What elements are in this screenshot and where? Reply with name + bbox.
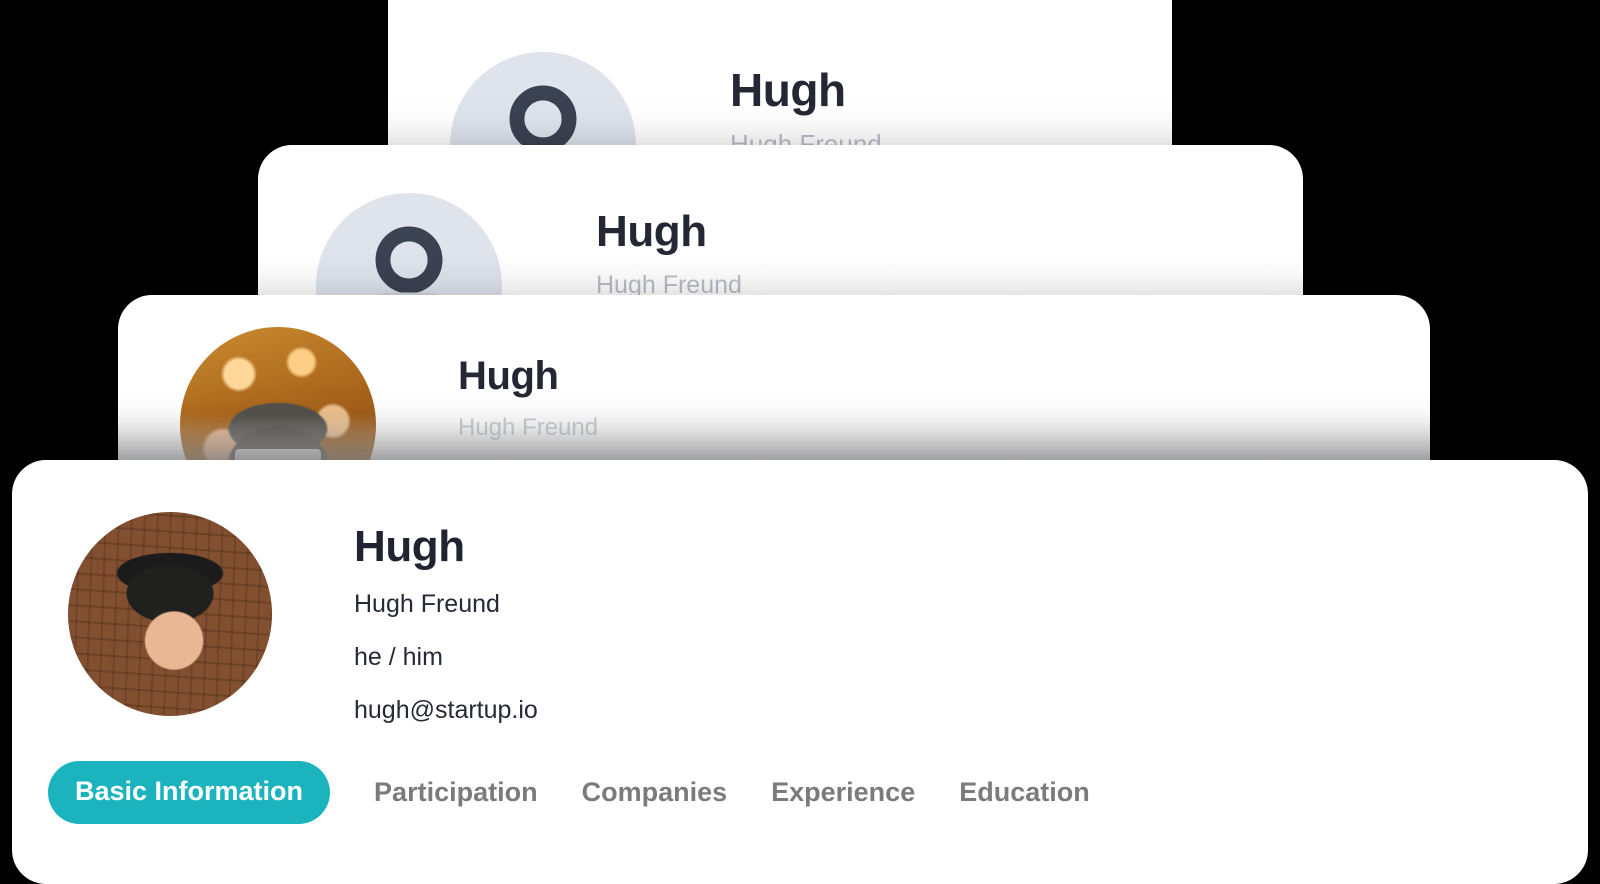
profile-header: Hugh Hugh Freund he / him hugh@startup.i… <box>68 512 538 737</box>
profile-pronouns: he / him <box>354 643 443 671</box>
tab-companies[interactable]: Companies <box>582 777 728 808</box>
tab-bar: Basic Information Participation Companie… <box>48 761 1090 824</box>
profile-display-name: Hugh <box>730 64 846 116</box>
profile-full-name: Hugh Freund <box>458 414 599 441</box>
profile-card-front: Hugh Hugh Freund he / him hugh@startup.i… <box>12 460 1588 884</box>
profile-display-name: Hugh <box>458 354 559 398</box>
tab-experience[interactable]: Experience <box>771 777 915 808</box>
tab-basic-information[interactable]: Basic Information <box>48 761 331 824</box>
avatar-photo[interactable] <box>68 512 272 716</box>
profile-email: hugh@startup.io <box>354 696 538 724</box>
profile-display-name: Hugh <box>596 207 707 256</box>
tab-education[interactable]: Education <box>959 777 1090 808</box>
profile-full-name: Hugh Freund <box>354 590 500 618</box>
tab-participation[interactable]: Participation <box>374 777 538 808</box>
identity-block: Hugh Hugh Freund he / him hugh@startup.i… <box>354 512 538 737</box>
stacked-profile-cards-stage: Hugh Hugh Freund he / him hugh@startup.i… <box>0 0 1600 884</box>
profile-display-name: Hugh <box>354 522 465 571</box>
